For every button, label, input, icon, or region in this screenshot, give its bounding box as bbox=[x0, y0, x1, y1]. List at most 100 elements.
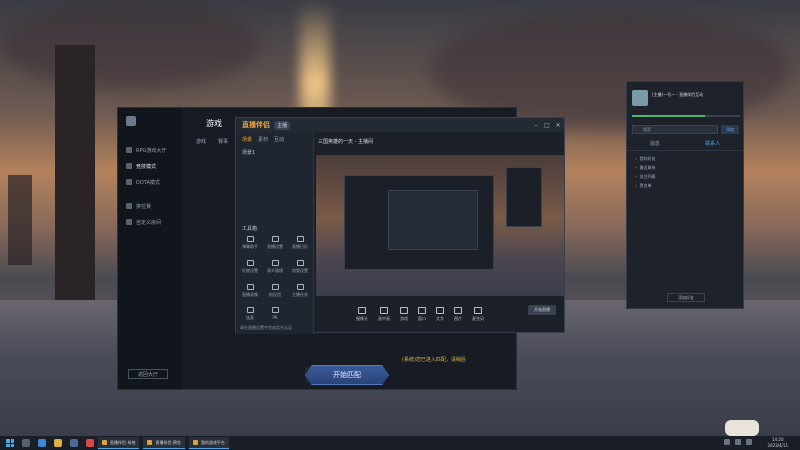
battery-icon[interactable] bbox=[746, 439, 752, 445]
tool-admin[interactable]: 房管设置 bbox=[290, 260, 310, 278]
taskbar-task[interactable]: 直播伴侣-系统 bbox=[98, 437, 140, 449]
tool-gift[interactable]: 礼物设置 bbox=[240, 260, 260, 278]
taskbar: 直播伴侣-系统 直播伴侣-预览 我的游戏平台 14:20 2023/4/11 bbox=[0, 436, 800, 450]
start-button[interactable] bbox=[6, 439, 14, 447]
tab-assets[interactable]: 素材 bbox=[258, 136, 268, 143]
taskbar-task[interactable]: 直播伴侣-预览 bbox=[143, 437, 185, 449]
scene-item[interactable]: 场景1 bbox=[236, 147, 313, 158]
list-item[interactable]: › 关注列表 bbox=[635, 172, 656, 181]
camera-icon bbox=[358, 306, 366, 314]
search-icon[interactable] bbox=[22, 439, 30, 447]
start-match-button[interactable]: 开始匹配 bbox=[305, 365, 389, 385]
tool-tasks[interactable]: 主播任务 bbox=[290, 284, 310, 302]
tab-interact[interactable]: 互动 bbox=[274, 136, 284, 143]
tab-events[interactable]: 赛事 bbox=[218, 138, 228, 145]
panel-username: [主播]一号一 - 直播伴侣互动 bbox=[652, 92, 704, 97]
text-icon bbox=[436, 306, 444, 314]
image-icon bbox=[454, 306, 462, 314]
ruined-tower bbox=[8, 175, 32, 265]
tab-games[interactable]: 游戏 bbox=[196, 138, 206, 145]
tool-record[interactable]: 直播录像 bbox=[240, 284, 260, 302]
launcher-logo bbox=[126, 116, 136, 126]
source-pip[interactable]: 画中画 bbox=[378, 306, 390, 322]
sidebar-item[interactable]: 自定义房间 bbox=[126, 216, 161, 228]
app-icon bbox=[192, 440, 198, 445]
start-live-button[interactable]: 开始直播 bbox=[528, 305, 556, 315]
maximize-icon[interactable]: □ bbox=[543, 121, 551, 129]
settings-icon bbox=[271, 236, 279, 242]
chevron-right-icon: › bbox=[635, 165, 637, 170]
tool-audience[interactable]: 观众管理 bbox=[265, 260, 285, 278]
cloud bbox=[0, 0, 260, 90]
app-icon bbox=[102, 440, 107, 445]
task-icon bbox=[296, 284, 304, 290]
search-input[interactable]: 搜索 bbox=[632, 125, 718, 134]
tool-settings[interactable]: 直播设置 bbox=[265, 236, 285, 254]
window-icon bbox=[418, 306, 426, 314]
record-icon bbox=[246, 284, 254, 290]
source-text[interactable]: 文字 bbox=[436, 306, 444, 322]
stream-tabs: 场景 素材 互动 bbox=[236, 132, 313, 147]
list-item[interactable]: › 我的好友 bbox=[635, 154, 656, 163]
app-icon bbox=[147, 440, 153, 445]
source-window[interactable]: 窗口 bbox=[418, 306, 426, 322]
sidebar-item[interactable]: 排位赛 bbox=[126, 200, 151, 212]
game-icon bbox=[126, 163, 132, 169]
clock[interactable]: 14:20 2023/4/11 bbox=[767, 437, 788, 449]
steam-icon[interactable] bbox=[70, 439, 78, 447]
desktop-mascot[interactable] bbox=[725, 420, 759, 436]
add-friend-button[interactable]: 添加好友 bbox=[667, 293, 705, 302]
launcher-subtabs: 游戏 赛事 bbox=[196, 138, 228, 145]
source-mic[interactable]: 麦克风 bbox=[472, 306, 484, 322]
gamepad-icon bbox=[400, 306, 408, 314]
sidebar-item[interactable]: RPG游戏大厅 bbox=[126, 144, 166, 156]
list-item[interactable]: › 最近联系 bbox=[635, 163, 656, 172]
minimize-icon[interactable]: – bbox=[532, 121, 540, 129]
stream-assistant-window: 直播伴侣 主播 – □ ✕ 场景 素材 互动 场景1 工具箱 弹幕助手 直播设置… bbox=[235, 117, 565, 334]
taskbar-task[interactable]: 我的游戏平台 bbox=[188, 437, 229, 449]
tool-pk[interactable]: PK bbox=[265, 307, 285, 325]
list-item[interactable]: › 黑名单 bbox=[635, 181, 656, 190]
contact-groups: › 我的好友 › 最近联系 › 关注列表 › 黑名单 bbox=[635, 154, 656, 190]
source-image[interactable]: 图片 bbox=[454, 306, 462, 322]
system-tray bbox=[724, 439, 752, 445]
tool-calendar[interactable]: 直播日历 bbox=[290, 236, 310, 254]
stream-title: 三国英雄的一天 - 主播间 bbox=[318, 139, 373, 145]
sidebar-item[interactable]: DOTA模式 bbox=[126, 176, 160, 188]
app-icon[interactable] bbox=[86, 439, 94, 447]
stream-source-bar: 摄像头 画中画 游戏 窗口 文字 图片 麦克风 bbox=[316, 298, 564, 330]
nav-games[interactable]: 游戏 bbox=[206, 118, 222, 129]
pk-icon bbox=[271, 307, 279, 313]
tab-messages[interactable]: 消息 bbox=[650, 140, 660, 147]
back-to-lobby-button[interactable]: 返回大厅 bbox=[128, 369, 168, 379]
mic-icon bbox=[474, 306, 482, 314]
heart-icon bbox=[271, 284, 279, 290]
stream-header: 直播伴侣 主播 – □ ✕ bbox=[236, 118, 564, 132]
folder-icon[interactable] bbox=[54, 439, 62, 447]
link-icon bbox=[246, 307, 254, 313]
sidebar-item[interactable]: 竞技模式 bbox=[126, 160, 156, 172]
avatar[interactable] bbox=[632, 90, 648, 106]
stream-left-panel: 场景 素材 互动 场景1 工具箱 弹幕助手 直播设置 直播日历 礼物设置 观众管… bbox=[236, 132, 314, 334]
network-icon[interactable] bbox=[724, 439, 730, 445]
source-camera[interactable]: 摄像头 bbox=[356, 306, 368, 322]
chevron-right-icon: › bbox=[635, 156, 637, 161]
tab-contacts[interactable]: 联系人 bbox=[705, 140, 720, 147]
level-progress bbox=[632, 115, 740, 117]
edge-icon[interactable] bbox=[38, 439, 46, 447]
source-game[interactable]: 游戏 bbox=[400, 306, 408, 322]
close-icon[interactable]: ✕ bbox=[554, 121, 562, 129]
tool-link[interactable]: 连麦 bbox=[240, 307, 260, 325]
room-icon bbox=[126, 219, 132, 225]
game-icon bbox=[126, 179, 132, 185]
chat-icon bbox=[246, 236, 254, 242]
stream-logo: 直播伴侣 bbox=[242, 121, 270, 129]
nested-panel bbox=[506, 167, 542, 227]
tool-danmaku[interactable]: 弹幕助手 bbox=[240, 236, 260, 254]
add-button[interactable]: 添加 bbox=[721, 125, 739, 134]
role-badge: 主播 bbox=[274, 120, 291, 130]
calendar-icon bbox=[296, 236, 304, 242]
volume-icon[interactable] bbox=[735, 439, 741, 445]
tool-fans[interactable]: 粉丝团 bbox=[265, 284, 285, 302]
tab-scene[interactable]: 场景 bbox=[242, 136, 252, 143]
